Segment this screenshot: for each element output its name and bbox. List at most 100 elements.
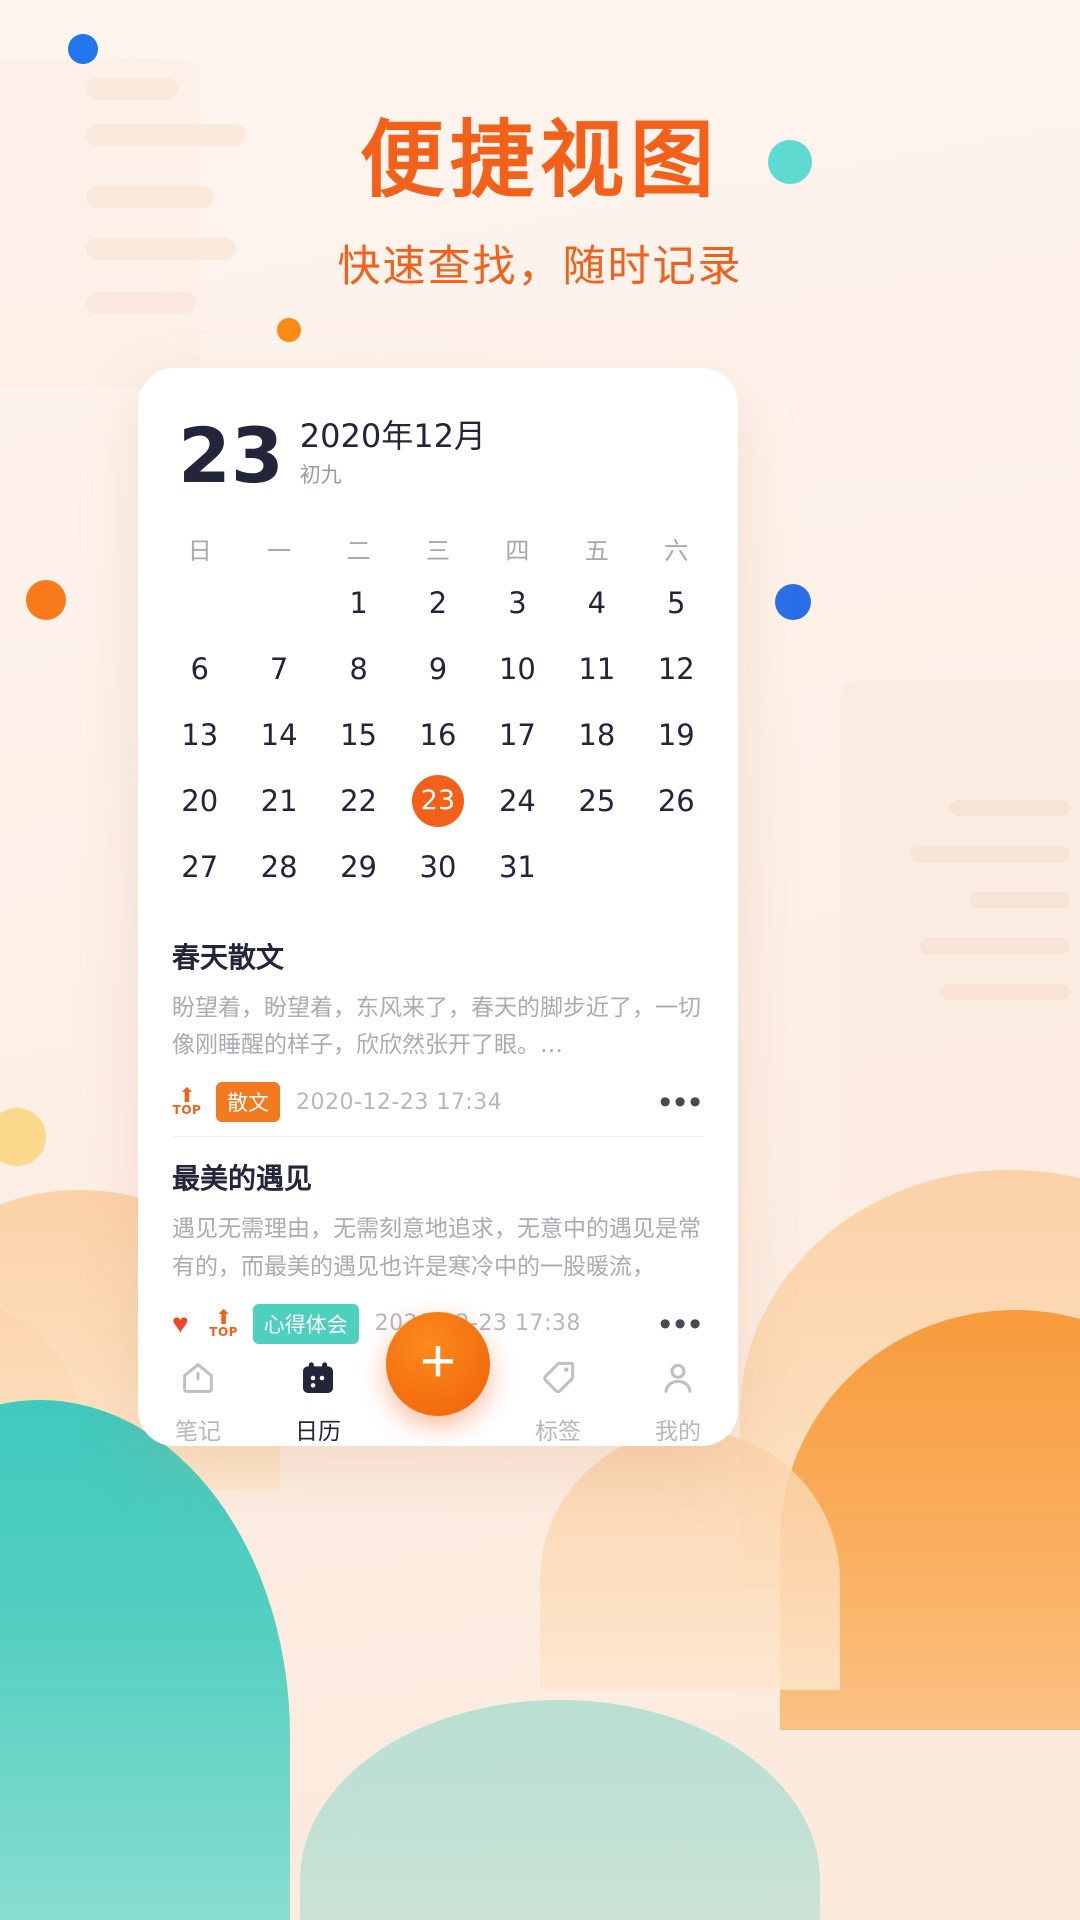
calendar-day-label: 6: [190, 651, 209, 686]
calendar-day-28[interactable]: 28: [239, 834, 318, 900]
calendar-day-16[interactable]: 16: [398, 702, 477, 768]
calendar-day-label: 28: [260, 849, 298, 884]
bg-right-line: [910, 846, 1070, 862]
calendar-day-29[interactable]: 29: [319, 834, 398, 900]
calendar-day-14[interactable]: 14: [239, 702, 318, 768]
calendar-day-22[interactable]: 22: [319, 768, 398, 834]
note-more-button[interactable]: •••: [659, 1085, 704, 1120]
calendar-day-label: 31: [498, 849, 536, 884]
calendar-day-grid[interactable]: 1 2 3 4 5 6 7 8 9 10 11 12 13 14 15 16 17 18 19 20 21 22 23 24 2…: [160, 570, 716, 900]
calendar-day-label: 30: [419, 849, 457, 884]
calendar-day-3[interactable]: 3: [478, 570, 557, 636]
calendar-day-label: 3: [508, 585, 527, 620]
calendar-day-8[interactable]: 8: [319, 636, 398, 702]
note-more-button[interactable]: •••: [659, 1306, 704, 1341]
note-title: 春天散文: [172, 940, 285, 974]
nav-label-calendar: 日历: [295, 1418, 341, 1445]
calendar-weekday-3: 三: [425, 536, 450, 565]
calendar-day-10[interactable]: 10: [478, 636, 557, 702]
pin-top-label: TOP: [209, 1324, 238, 1339]
calendar-day-label: 14: [260, 717, 298, 752]
calendar-day-21[interactable]: 21: [239, 768, 318, 834]
calendar-day-11[interactable]: 11: [557, 636, 636, 702]
calendar-day-label: 18: [578, 717, 616, 752]
year-month-label[interactable]: 2020年12月: [300, 418, 486, 455]
calendar-day-12[interactable]: 12: [637, 636, 716, 702]
calendar-day-7[interactable]: 7: [239, 636, 318, 702]
calendar-day-4[interactable]: 4: [557, 570, 636, 636]
calendar-day-24[interactable]: 24: [478, 768, 557, 834]
note-list[interactable]: 春天散文盼望着，盼望着，东风来了，春天的脚步近了，一切像刚睡醒的样子，欣欣然张开…: [138, 916, 738, 1358]
note-preview: 盼望着，盼望着，东风来了，春天的脚步近了，一切像刚睡醒的样子，欣欣然张开了眼。…: [172, 994, 701, 1059]
calendar-day-31[interactable]: 31: [478, 834, 557, 900]
bg-dot-orange: [26, 580, 66, 620]
calendar-day-label: 21: [260, 783, 298, 818]
calendar-day-label: 17: [498, 717, 536, 752]
pin-top-icon[interactable]: ⬆ TOP: [172, 1086, 202, 1116]
bg-dot-orange-small: [277, 318, 301, 342]
calendar-weekday-row: 日一二三四五六: [160, 517, 716, 570]
calendar-weekday-6: 六: [664, 536, 689, 565]
calendar-day-label: 2: [428, 585, 448, 620]
note-item[interactable]: 春天散文盼望着，盼望着，东风来了，春天的脚步近了，一切像刚睡醒的样子，欣欣然张开…: [172, 916, 704, 1137]
calendar-day-19[interactable]: 19: [637, 702, 716, 768]
nav-item-notes[interactable]: 笔记: [138, 1358, 258, 1446]
note-tag-badge[interactable]: 散文: [216, 1082, 280, 1123]
calendar-day-5[interactable]: 5: [637, 570, 716, 636]
calendar-day-25[interactable]: 25: [557, 768, 636, 834]
plus-icon: +: [419, 1327, 457, 1396]
nav-label-tags: 标签: [535, 1418, 581, 1445]
calendar-grid[interactable]: 日一二三四五六 1 2 3 4 5 6 7 8 9 10 11 12 13 14 15 16 17 18 19 20 2…: [138, 491, 738, 900]
calendar-day-label: 1: [349, 585, 368, 620]
add-note-fab[interactable]: +: [386, 1311, 490, 1416]
calendar-day-label: 8: [349, 651, 368, 686]
note-timestamp: 2020-12-23 17:34: [296, 1089, 503, 1115]
promo-headline: 便捷视图 快速查找，随时记录: [0, 118, 1080, 294]
calendar-weekday-2: 二: [346, 536, 371, 565]
calendar-day-20[interactable]: 20: [160, 768, 239, 834]
calendar-day-label: 13: [181, 717, 219, 752]
home-icon: [178, 1358, 218, 1403]
calendar-day-label: 26: [657, 783, 695, 818]
heart-icon[interactable]: ♥: [172, 1309, 189, 1338]
note-tag-badge[interactable]: 心得体会: [252, 1303, 359, 1344]
selected-day-number: 23: [178, 410, 284, 500]
calendar-day-label: 27: [181, 849, 219, 884]
calendar-day-17[interactable]: 17: [478, 702, 557, 768]
calendar-day-label: 4: [587, 585, 607, 620]
calendar-day-2[interactable]: 2: [398, 570, 477, 636]
calendar-day-27[interactable]: 27: [160, 834, 239, 900]
calendar-icon: [298, 1358, 338, 1403]
bg-right-line: [970, 892, 1070, 908]
pin-top-icon[interactable]: ⬆ TOP: [209, 1308, 239, 1339]
calendar-day-30[interactable]: 30: [398, 834, 477, 900]
calendar-day-13[interactable]: 13: [160, 702, 239, 768]
calendar-header: 23 2020年12月 初九: [138, 368, 738, 500]
user-icon: [658, 1358, 698, 1403]
nav-item-mine[interactable]: 我的: [618, 1358, 738, 1446]
calendar-day-label: 25: [578, 783, 616, 818]
calendar-day-label: 22: [340, 783, 378, 818]
bg-doc-line: [86, 292, 196, 314]
bottom-navigation[interactable]: 笔记 日历 标签 我的 +: [138, 1311, 738, 1446]
bg-right-line: [920, 938, 1070, 954]
note-meta-row: ⬆ TOP 散文 2020-12-23 17:34 •••: [172, 1082, 704, 1123]
nav-item-calendar[interactable]: 日历: [258, 1358, 378, 1446]
calendar-day-18[interactable]: 18: [557, 702, 636, 768]
calendar-day-1[interactable]: 1: [319, 570, 398, 636]
calendar-day-label: 24: [498, 783, 536, 818]
calendar-day-26[interactable]: 26: [637, 768, 716, 834]
calendar-day-6[interactable]: 6: [160, 636, 239, 702]
bg-right-line: [950, 800, 1070, 816]
bg-dot-blue-2: [775, 584, 811, 620]
calendar-day-23[interactable]: 23: [398, 768, 477, 834]
calendar-day-15[interactable]: 15: [319, 702, 398, 768]
lunar-date-label: 初九: [299, 462, 342, 487]
calendar-day-label: 29: [340, 849, 378, 884]
calendar-day-label: 9: [428, 651, 448, 686]
calendar-weekday-0: 日: [187, 536, 212, 565]
calendar-day-9[interactable]: 9: [398, 636, 477, 702]
nav-item-tags[interactable]: 标签: [498, 1358, 618, 1446]
nav-label-mine: 我的: [655, 1418, 701, 1445]
bg-doc-line: [86, 78, 178, 100]
